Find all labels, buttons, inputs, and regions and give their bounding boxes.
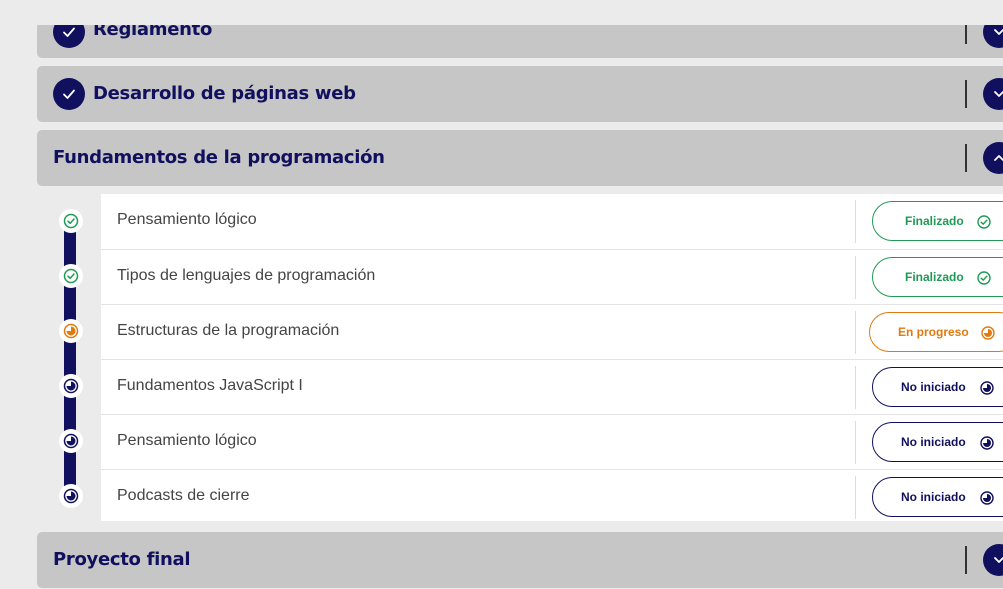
status-badge[interactable]: No iniciado: [872, 422, 1003, 462]
check-circle-icon: [976, 214, 992, 230]
row-divider: [855, 476, 856, 519]
section-reglamento-clip: [37, 18, 1003, 26]
lesson-title: Pensamiento lógico: [117, 211, 257, 228]
timeline-progress-icon: [59, 429, 83, 453]
lesson-row[interactable]: Fundamentos JavaScript I No iniciado: [101, 359, 1003, 414]
status-label: En progreso: [898, 325, 969, 339]
chevron-up-icon[interactable]: [983, 142, 1003, 174]
row-divider: [855, 256, 856, 299]
completed-check-icon: [53, 78, 85, 110]
lesson-title: Pensamiento lógico: [117, 432, 257, 449]
section-title: Proyecto final: [53, 549, 191, 570]
status-label: No iniciado: [901, 435, 966, 449]
status-label: No iniciado: [901, 380, 966, 394]
section-divider: [965, 144, 967, 172]
status-label: Finalizado: [905, 270, 964, 284]
section-divider: [965, 546, 967, 574]
lesson-row[interactable]: Podcasts de cierre No iniciado: [101, 469, 1003, 524]
section-title: Fundamentos de la programación: [53, 147, 385, 168]
status-badge[interactable]: Finalizado: [872, 257, 1003, 297]
chevron-down-icon[interactable]: [983, 544, 1003, 576]
section-divider: [965, 80, 967, 108]
lesson-row[interactable]: Estructuras de la programación En progre…: [101, 304, 1003, 359]
lesson-title: Fundamentos JavaScript I: [117, 377, 303, 394]
section-proyecto-final[interactable]: Proyecto final: [37, 532, 1003, 588]
check-circle-icon: [976, 270, 992, 286]
status-label: Finalizado: [905, 214, 964, 228]
progress-clock-icon: [979, 380, 995, 396]
section-title: Desarrollo de páginas web: [93, 83, 356, 104]
lesson-title: Estructuras de la programación: [117, 322, 340, 339]
timeline-check-icon: [59, 264, 83, 288]
timeline-check-icon: [59, 209, 83, 233]
progress-clock-icon: [979, 435, 995, 451]
lesson-row[interactable]: Pensamiento lógico Finalizado: [101, 194, 1003, 249]
status-badge[interactable]: Finalizado: [872, 201, 1003, 241]
status-badge[interactable]: No iniciado: [872, 477, 1003, 517]
section-fundamentos[interactable]: Fundamentos de la programación: [37, 130, 1003, 186]
lesson-row[interactable]: Tipos de lenguajes de programación Final…: [101, 249, 1003, 304]
timeline-progress-icon: [59, 319, 83, 343]
lesson-title: Tipos de lenguajes de programación: [117, 267, 376, 284]
section-desarrollo-web[interactable]: Desarrollo de páginas web: [37, 66, 1003, 122]
lesson-list: Pensamiento lógico Finalizado Tipos de l…: [101, 194, 1003, 521]
timeline-progress-icon: [59, 374, 83, 398]
timeline-progress-icon: [59, 484, 83, 508]
chevron-down-icon[interactable]: [983, 78, 1003, 110]
row-divider: [855, 366, 856, 409]
row-divider: [855, 311, 856, 354]
row-divider: [855, 421, 856, 464]
progress-clock-icon: [980, 325, 996, 341]
status-label: No iniciado: [901, 490, 966, 504]
status-badge[interactable]: No iniciado: [872, 367, 1003, 407]
lesson-title: Podcasts de cierre: [117, 487, 250, 504]
lesson-row[interactable]: Pensamiento lógico No iniciado: [101, 414, 1003, 469]
status-badge[interactable]: En progreso: [869, 312, 1003, 352]
progress-clock-icon: [979, 490, 995, 506]
row-divider: [855, 200, 856, 243]
